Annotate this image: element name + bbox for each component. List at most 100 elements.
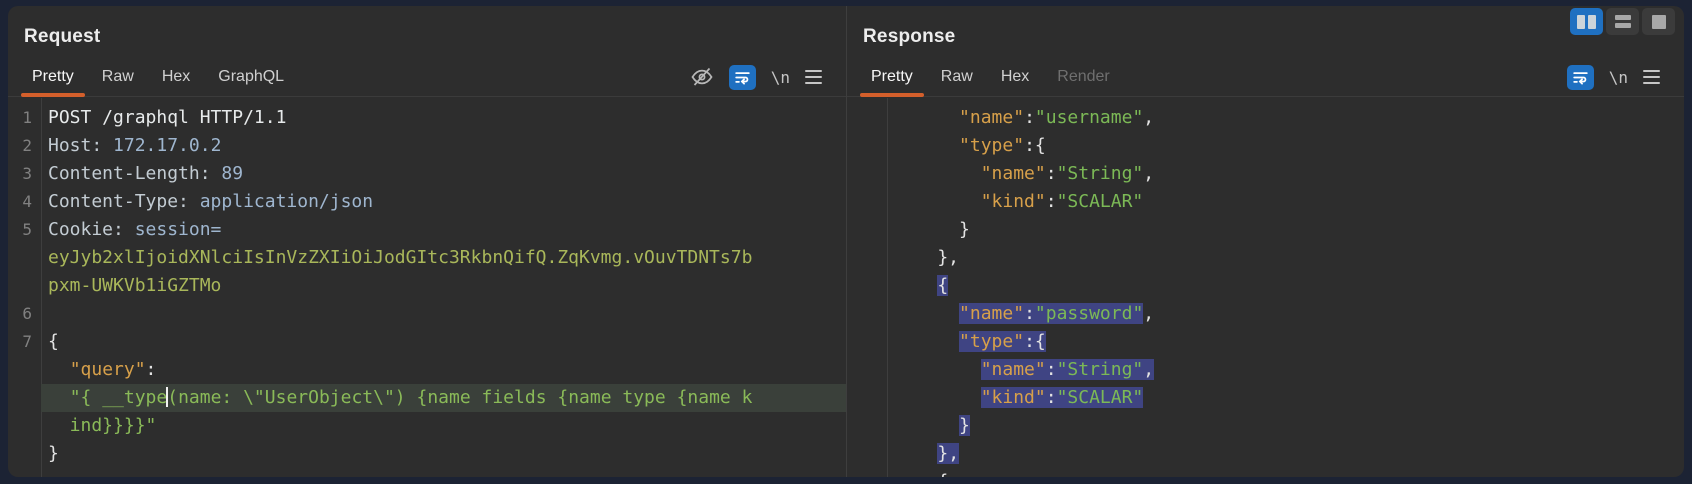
code-segment: : [1024, 303, 1035, 324]
request-editor[interactable]: 1 POST /graphql HTTP/1.1 2 Host: 172.17.0.2… [8, 98, 846, 477]
code-segment: :{ [1024, 135, 1046, 156]
code-row[interactable]: } [8, 440, 846, 468]
line-number [847, 188, 887, 216]
request-tab-hex[interactable]: Hex [148, 58, 204, 96]
word-wrap-icon[interactable] [728, 64, 756, 90]
code-line: } [887, 412, 1684, 440]
code-line: "type":{ [887, 132, 1684, 160]
code-row[interactable]: { [847, 468, 1684, 477]
request-toolbar: \n [690, 58, 836, 96]
code-row[interactable]: 6 [8, 300, 846, 328]
code-segment: "name" [980, 359, 1046, 380]
code-segment: 89 [221, 163, 244, 184]
word-wrap-icon[interactable] [1566, 64, 1594, 90]
code-row[interactable]: 5 Cookie: session= [8, 216, 846, 244]
code-row[interactable]: }, [847, 440, 1684, 468]
line-number [847, 160, 887, 188]
response-tab-render[interactable]: Render [1043, 58, 1123, 96]
single-view-icon[interactable] [1642, 8, 1675, 35]
code-row[interactable]: "name":"String", [847, 356, 1684, 384]
code-row[interactable]: 7{ [8, 328, 846, 356]
code-line: { [887, 272, 1684, 300]
code-segment: "String" [1056, 163, 1144, 184]
code-row[interactable]: 4 Content-Type: application/json [8, 188, 846, 216]
code-segment: eyJyb2xlIjoidXNlciIsInVzZXIiOiJodGItc3Rk… [48, 247, 753, 268]
code-segment: "name" [980, 163, 1046, 184]
menu-icon[interactable] [1643, 70, 1660, 84]
request-tabbar: Pretty Raw Hex GraphQL \n [8, 58, 846, 97]
code-segment: }, [894, 247, 960, 268]
code-segment: "kind" [980, 191, 1046, 212]
code-segment: "password" [1034, 303, 1144, 324]
code-line: "type":{ [887, 328, 1684, 356]
code-row[interactable]: 3 Content-Length: 89 [8, 160, 846, 188]
code-row[interactable]: "query": [8, 356, 846, 384]
code-segment: : [145, 359, 157, 380]
code-row[interactable]: eyJyb2xlIjoidXNlciIsInVzZXIiOiJodGItc3Rk… [8, 244, 846, 272]
code-line: { [887, 468, 1684, 477]
code-row[interactable]: "kind":"SCALAR" [847, 384, 1684, 412]
request-tab-raw[interactable]: Raw [88, 58, 148, 96]
code-segment: POST /graphql HTTP/1.1 [48, 107, 287, 128]
code-row[interactable]: } [847, 412, 1684, 440]
line-number [847, 412, 887, 440]
code-segment: "SCALAR" [1056, 387, 1144, 408]
line-number: 5 [22, 220, 32, 239]
request-tab-graphql[interactable]: GraphQL [204, 58, 298, 96]
code-row[interactable]: 1 POST /graphql HTTP/1.1 [8, 104, 846, 132]
code-row[interactable]: "name":"String", [847, 160, 1684, 188]
code-segment: : [1045, 387, 1057, 408]
code-row[interactable]: ind}}}}" [8, 412, 846, 440]
line-number [847, 328, 887, 356]
response-tab-hex[interactable]: Hex [987, 58, 1043, 96]
code-segment: : [1045, 163, 1057, 184]
code-row[interactable]: { [847, 272, 1684, 300]
response-editor[interactable]: "name":"username", "type":{ "name":"Stri… [847, 98, 1684, 477]
response-code: "name":"username", "type":{ "name":"Stri… [847, 104, 1684, 477]
code-row[interactable]: "name":"username", [847, 104, 1684, 132]
line-number [8, 272, 41, 300]
newline-icon[interactable]: \n [1609, 68, 1628, 87]
code-line: "kind":"SCALAR" [887, 188, 1684, 216]
newline-icon[interactable]: \n [771, 68, 790, 87]
code-line: POST /graphql HTTP/1.1 [41, 104, 846, 132]
response-tabbar: Pretty Raw Hex Render \n [847, 58, 1684, 97]
response-tab-raw[interactable]: Raw [927, 58, 987, 96]
code-row[interactable]: } [847, 216, 1684, 244]
code-row[interactable]: 2 Host: 172.17.0.2 [8, 132, 846, 160]
split-columns-icon[interactable] [1570, 8, 1603, 35]
code-line: }, [887, 440, 1684, 468]
code-row[interactable]: "type":{ [847, 328, 1684, 356]
request-tab-pretty[interactable]: Pretty [18, 58, 88, 97]
line-number [847, 300, 887, 328]
code-row[interactable]: "name":"password", [847, 300, 1684, 328]
code-segment: } [48, 443, 59, 464]
split-rows-icon[interactable] [1606, 8, 1639, 35]
menu-icon[interactable] [805, 70, 822, 84]
code-row[interactable]: }, [847, 244, 1684, 272]
code-segment: , [1143, 359, 1155, 380]
eye-slash-icon[interactable] [690, 65, 714, 89]
code-row[interactable]: "type":{ [847, 132, 1684, 160]
code-segment: { [48, 331, 59, 352]
code-row[interactable]: "kind":"SCALAR" [847, 188, 1684, 216]
code-segment: Content-Type: [48, 191, 200, 212]
line-number: 4 [22, 192, 32, 211]
line-number [847, 356, 887, 384]
code-row[interactable]: "{ __type(name: \"UserObject\") {name fi… [8, 384, 846, 412]
code-row[interactable]: pxm-UWKVb1iGZTMo [8, 272, 846, 300]
code-line: } [887, 216, 1684, 244]
code-segment: , [1143, 107, 1155, 128]
line-number: 1 [22, 108, 32, 127]
response-tab-pretty[interactable]: Pretty [857, 58, 927, 97]
